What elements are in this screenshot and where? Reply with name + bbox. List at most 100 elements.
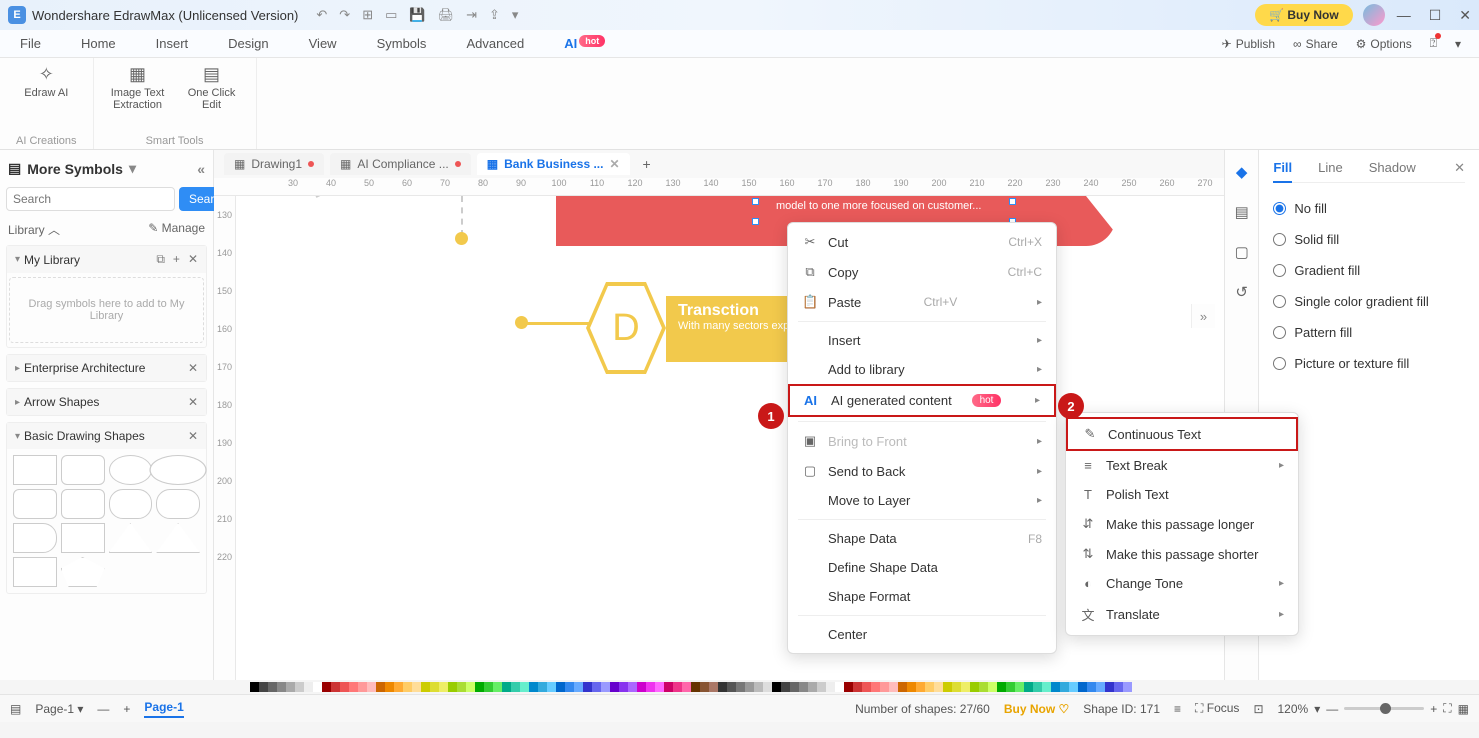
- manage-link[interactable]: ✎ Manage: [148, 221, 205, 238]
- pentagon-shape[interactable]: [61, 557, 105, 587]
- notification-icon[interactable]: ⍰: [1430, 36, 1437, 51]
- copy-item[interactable]: ⧉CopyCtrl+C: [788, 257, 1056, 287]
- add-icon[interactable]: +: [173, 252, 180, 267]
- fill-tool-icon[interactable]: ◆: [1230, 160, 1254, 184]
- outline-icon[interactable]: ▤: [10, 702, 21, 716]
- tag-shape[interactable]: [13, 523, 57, 553]
- close-tab-icon[interactable]: ✕: [609, 157, 619, 171]
- section-header[interactable]: ▾Basic Drawing Shapes✕: [7, 423, 206, 449]
- present-icon[interactable]: ▢: [1230, 240, 1254, 264]
- solid-fill-option[interactable]: Solid fill: [1273, 224, 1465, 255]
- add-library-item[interactable]: Add to library▸: [788, 355, 1056, 384]
- section-header[interactable]: ▸Enterprise Architecture✕: [7, 355, 206, 381]
- share-icon[interactable]: ⇪: [489, 7, 500, 23]
- zoom-slider[interactable]: [1344, 707, 1424, 710]
- rect-shape[interactable]: [61, 523, 105, 553]
- close-button[interactable]: ✕: [1459, 7, 1471, 24]
- new-icon[interactable]: ⊞: [362, 7, 373, 23]
- history-icon[interactable]: ↺: [1230, 280, 1254, 304]
- zoom-out[interactable]: —: [1326, 702, 1338, 716]
- page-tab[interactable]: Page-1: [144, 700, 183, 718]
- shorter-item[interactable]: ⇅Make this passage shorter: [1066, 539, 1298, 569]
- shadow-tab[interactable]: Shadow: [1369, 160, 1416, 176]
- remove-icon[interactable]: ✕: [188, 395, 198, 409]
- doc-tab-active[interactable]: ▦Bank Business ...✕: [477, 153, 630, 175]
- bring-front-item[interactable]: ▣Bring to Front▸: [788, 426, 1056, 456]
- no-fill-option[interactable]: No fill: [1273, 193, 1465, 224]
- ai-generated-item[interactable]: AIAI generated contenthot ▸: [788, 384, 1056, 417]
- ellipse-shape[interactable]: [150, 455, 207, 485]
- search-input[interactable]: [6, 187, 175, 211]
- single-gradient-option[interactable]: Single color gradient fill: [1273, 286, 1465, 317]
- menu-design[interactable]: Design: [228, 36, 268, 51]
- edraw-ai-tool[interactable]: ✧Edraw AI: [18, 64, 74, 99]
- collapse-ribbon-icon[interactable]: ▾: [1455, 37, 1461, 51]
- share-button[interactable]: ∞ Share: [1293, 37, 1338, 51]
- define-data-item[interactable]: Define Shape Data: [788, 553, 1056, 582]
- menu-insert[interactable]: Insert: [156, 36, 189, 51]
- text-break-item[interactable]: ≡Text Break▸: [1066, 451, 1298, 480]
- layers-icon[interactable]: ≡: [1174, 702, 1181, 716]
- fullscreen-icon[interactable]: ▦: [1458, 702, 1469, 716]
- send-back-item[interactable]: ▢Send to Back▸: [788, 456, 1056, 486]
- menu-view[interactable]: View: [309, 36, 337, 51]
- doc-tab[interactable]: ▦Drawing1: [224, 153, 324, 175]
- undo-icon[interactable]: ↶: [316, 7, 327, 23]
- drop-zone[interactable]: Drag symbols here to add to My Library: [9, 277, 204, 343]
- save-icon[interactable]: 💾: [409, 7, 425, 23]
- expand-rail-icon[interactable]: »: [1191, 304, 1215, 328]
- menu-advanced[interactable]: Advanced: [466, 36, 524, 51]
- add-tab-button[interactable]: +: [636, 153, 658, 175]
- rounded-shape[interactable]: [109, 489, 153, 519]
- move-layer-item[interactable]: Move to Layer▸: [788, 486, 1056, 515]
- export-icon[interactable]: ⇥: [466, 7, 477, 23]
- menu-home[interactable]: Home: [81, 36, 116, 51]
- options-button[interactable]: ⚙ Options: [1356, 37, 1412, 51]
- page-selector[interactable]: Page-1 ▾: [35, 702, 83, 716]
- shape-format-item[interactable]: Shape Format: [788, 582, 1056, 611]
- insert-item[interactable]: Insert▸: [788, 326, 1056, 355]
- center-item[interactable]: Center: [788, 620, 1056, 649]
- minimize-button[interactable]: —: [1397, 7, 1411, 24]
- redo-icon[interactable]: ↷: [339, 7, 350, 23]
- fit-page-icon[interactable]: ⛶: [1443, 701, 1451, 716]
- remove-icon[interactable]: ✕: [188, 252, 198, 267]
- open-icon[interactable]: ▭: [385, 7, 397, 23]
- polish-text-item[interactable]: TPolish Text: [1066, 480, 1298, 509]
- triangle-shape[interactable]: [156, 523, 200, 553]
- next-page[interactable]: +: [123, 702, 130, 716]
- menu-ai[interactable]: AIhot: [564, 36, 605, 51]
- square-shape[interactable]: [13, 455, 57, 485]
- dropdown-icon[interactable]: ▾: [512, 7, 519, 23]
- fit-icon[interactable]: ⊡: [1253, 702, 1263, 716]
- picture-fill-option[interactable]: Picture or texture fill: [1273, 348, 1465, 379]
- buy-now-link[interactable]: Buy Now ♡: [1004, 702, 1069, 716]
- continuous-text-item[interactable]: ✎Continuous Text: [1066, 417, 1298, 451]
- shape-data-item[interactable]: Shape DataF8: [788, 524, 1056, 553]
- image-text-extraction-tool[interactable]: ▦Image Text Extraction: [110, 64, 166, 111]
- color-palette[interactable]: [0, 680, 1479, 694]
- pattern-fill-option[interactable]: Pattern fill: [1273, 317, 1465, 348]
- maximize-button[interactable]: ☐: [1429, 7, 1442, 24]
- menu-symbols[interactable]: Symbols: [377, 36, 427, 51]
- rounded-rect-shape[interactable]: [61, 455, 105, 485]
- line-tab[interactable]: Line: [1318, 160, 1343, 176]
- doc-tab[interactable]: ▦AI Compliance ...: [330, 153, 471, 175]
- collapse-panel-icon[interactable]: «: [197, 161, 205, 177]
- close-panel-icon[interactable]: ✕: [1454, 160, 1465, 176]
- zoom-level[interactable]: 120%: [1278, 702, 1309, 716]
- focus-button[interactable]: ⛶ Focus: [1195, 701, 1239, 716]
- rect-shape[interactable]: [13, 489, 57, 519]
- gradient-fill-option[interactable]: Gradient fill: [1273, 255, 1465, 286]
- menu-file[interactable]: File: [20, 36, 41, 51]
- section-header[interactable]: ▸Arrow Shapes✕: [7, 389, 206, 415]
- rect-shape[interactable]: [61, 489, 105, 519]
- user-avatar[interactable]: [1363, 4, 1385, 26]
- node-dot[interactable]: [515, 316, 528, 329]
- remove-icon[interactable]: ✕: [188, 361, 198, 375]
- library-link[interactable]: Library ︿: [8, 221, 60, 238]
- triangle-shape[interactable]: [109, 523, 153, 553]
- translate-item[interactable]: 文Translate▸: [1066, 598, 1298, 631]
- publish-button[interactable]: ✈ Publish: [1222, 37, 1275, 51]
- longer-item[interactable]: ⇵Make this passage longer: [1066, 509, 1298, 539]
